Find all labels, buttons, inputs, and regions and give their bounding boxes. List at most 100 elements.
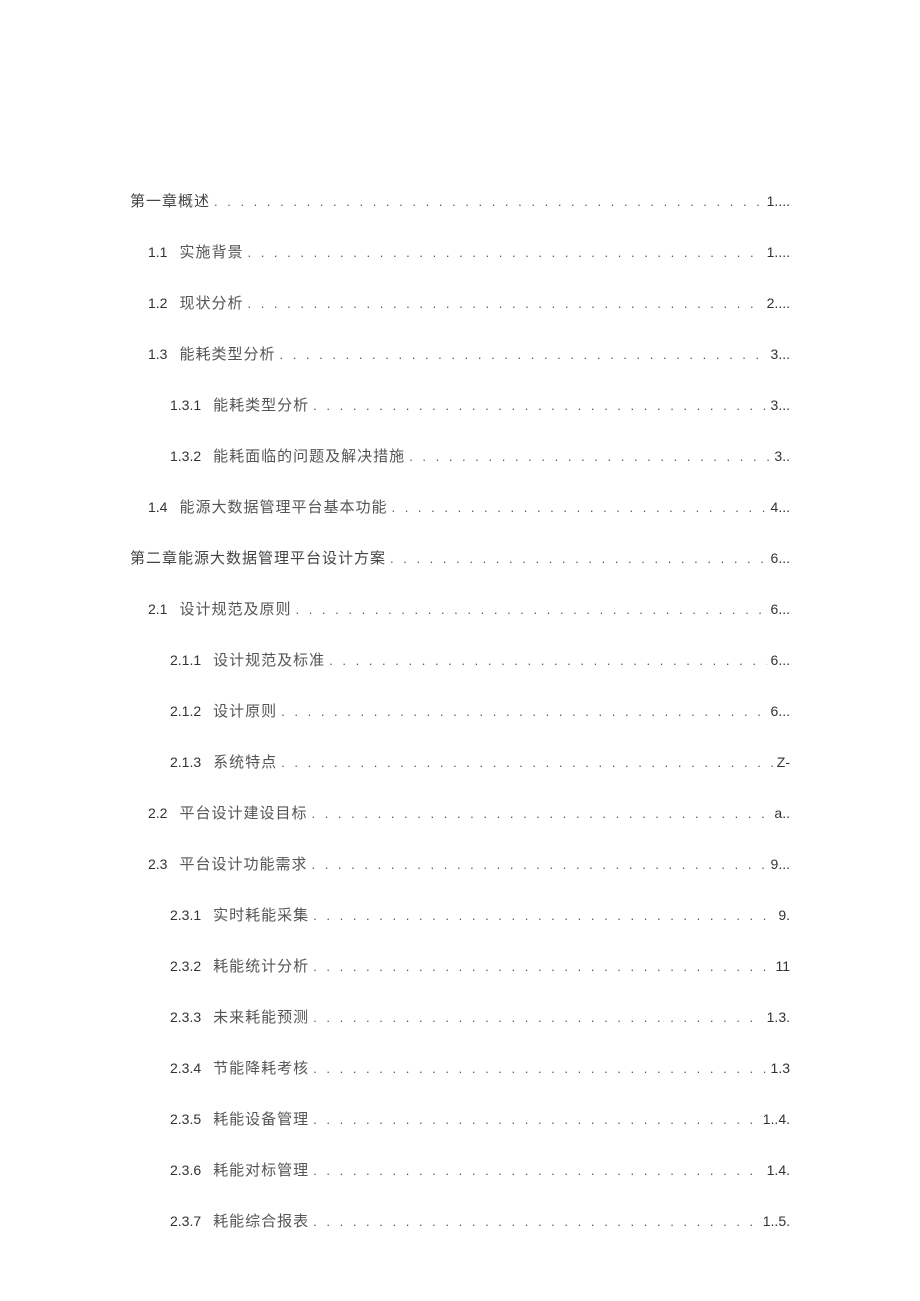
toc-page-number: 1.3. [763,1009,790,1025]
toc-leader-dots [405,449,770,464]
toc-page-number: Z- [773,754,790,770]
toc-row: 2.1.3 系统特点 Z- [130,751,790,772]
toc-row: 2.3 平台设计功能需求 9... [130,853,790,874]
toc-number: 1.2 [148,295,167,311]
toc-page-number: 9. [774,907,790,923]
toc-row: 2.3.7耗能综合报表1..5. [130,1210,790,1231]
toc-leader-dots [309,1010,762,1025]
toc-title: 耗能设备管理 [213,1108,309,1129]
toc-row: 2.1 设计规范及原则 6... [130,598,790,619]
toc-leader-dots [309,908,774,923]
toc-title: 设计原则 [213,700,277,721]
toc-leader-dots [309,398,766,413]
toc-page-number: 6... [767,601,790,617]
toc-leader-dots [275,347,766,362]
toc-page: 第一章概述 1.... 1.1 实施背景 1.... 1.2 现状分析 2.... 1.3 能耗类… [0,0,920,1231]
toc-title: 系统特点 [213,751,277,772]
toc-leader-dots [309,1112,759,1127]
toc-page-number: 3.. [770,448,790,464]
toc-row: 1.4 能源大数据管理平台基本功能 4... [130,496,790,517]
toc-leader-dots [210,194,763,209]
table-of-contents: 第一章概述 1.... 1.1 实施背景 1.... 1.2 现状分析 2.... 1.3 能耗类… [130,190,790,1231]
toc-row: 2.2 平台设计建设目标 a.. [130,802,790,823]
toc-leader-dots [386,551,767,566]
toc-page-number: 1..4. [759,1111,790,1127]
toc-number: 2.3.5 [170,1111,201,1127]
toc-leader-dots [277,755,773,770]
toc-number: 2.2 [148,805,167,821]
toc-title: 能耗类型分析 [179,343,275,364]
toc-page-number: 1..5. [759,1213,790,1229]
toc-row: 2.1.2 设计原则 6... [130,700,790,721]
toc-title: 能耗类型分析 [213,394,309,415]
toc-page-number: 11 [771,958,790,974]
toc-leader-dots [277,704,766,719]
toc-leader-dots [325,653,766,668]
toc-number: 2.1.2 [170,703,201,719]
toc-leader-dots [309,959,771,974]
toc-leader-dots [309,1214,759,1229]
toc-title: 节能降耗考核 [213,1057,309,1078]
toc-leader-dots [307,806,770,821]
toc-row: 第一章概述 1.... [130,190,790,211]
toc-page-number: 4... [767,499,790,515]
toc-title: 耗能综合报表 [213,1210,309,1231]
toc-row: 2.3.5 耗能设备管理 1..4. [130,1108,790,1129]
toc-title: 耗能对标管理 [213,1159,309,1180]
toc-row: 2.3.2 耗能统计分析 11 [130,955,790,976]
toc-title: 未来耗能预测 [213,1006,309,1027]
toc-number: 2.3.1 [170,907,201,923]
toc-title: 耗能统计分析 [213,955,309,976]
toc-page-number: 6... [767,703,790,719]
toc-number: 1.3.1 [170,397,201,413]
toc-page-number: 1.... [763,193,790,209]
toc-page-number: 3... [767,397,790,413]
toc-title: 能耗面临的问题及解决措施 [213,445,405,466]
toc-row: 1.3.1 能耗类型分析 3... [130,394,790,415]
toc-title: 第二章能源大数据管理平台设计方案 [130,547,386,568]
toc-page-number: 1.4. [763,1162,790,1178]
toc-number: 2.3.6 [170,1162,201,1178]
toc-page-number: 6... [767,652,790,668]
toc-title: 能源大数据管理平台基本功能 [179,496,387,517]
toc-title: 现状分析 [179,292,243,313]
toc-page-number: 1.3 [767,1060,790,1076]
toc-number: 1.4 [148,499,167,515]
toc-row: 2.3.4 节能降耗考核 1.3 [130,1057,790,1078]
toc-number: 2.3.2 [170,958,201,974]
toc-number: 2.1 [148,601,167,617]
toc-leader-dots [243,296,762,311]
toc-row: 2.3.6 耗能对标管理 1.4. [130,1159,790,1180]
toc-title: 设计规范及原则 [179,598,291,619]
toc-leader-dots [387,500,766,515]
toc-page-number: a.. [770,805,790,821]
toc-row: 2.3.1 实时耗能采集 9. [130,904,790,925]
toc-leader-dots [291,602,766,617]
toc-row: 1.3 能耗类型分析 3... [130,343,790,364]
toc-title: 平台设计功能需求 [179,853,307,874]
toc-number: 2.1.3 [170,754,201,770]
toc-page-number: 3... [767,346,790,362]
toc-row: 1.1实施背景1.... [130,241,790,262]
toc-row: 1.2 现状分析 2.... [130,292,790,313]
toc-number: 1.3 [148,346,167,362]
toc-title: 实时耗能采集 [213,904,309,925]
toc-number: 1.1 [148,244,167,260]
toc-number: 2.3.3 [170,1009,201,1025]
toc-row: 第二章能源大数据管理平台设计方案 6... [130,547,790,568]
toc-title: 设计规范及标准 [213,649,325,670]
toc-leader-dots [309,1163,762,1178]
toc-title: 实施背景 [179,241,243,262]
toc-title: 平台设计建设目标 [179,802,307,823]
toc-row: 2.3.3 未来耗能预测 1.3. [130,1006,790,1027]
toc-page-number: 9... [767,856,790,872]
toc-title: 第一章概述 [130,190,210,211]
toc-page-number: 2.... [763,295,790,311]
toc-number: 2.3.4 [170,1060,201,1076]
toc-number: 2.3 [148,856,167,872]
toc-number: 2.1.1 [170,652,201,668]
toc-leader-dots [243,245,762,260]
toc-page-number: 6... [767,550,790,566]
toc-number: 1.3.2 [170,448,201,464]
toc-leader-dots [309,1061,766,1076]
